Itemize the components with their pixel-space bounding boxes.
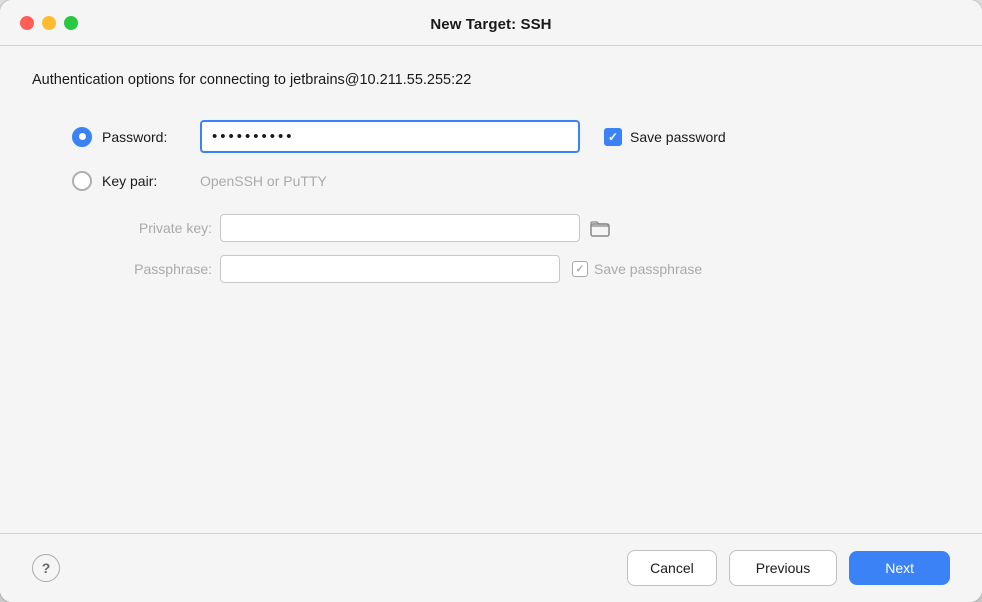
save-passphrase-row: Save passphrase xyxy=(572,261,702,277)
dialog-window: New Target: SSH Authentication options f… xyxy=(0,0,982,602)
save-password-row: Save password xyxy=(604,128,726,146)
keypair-label: Key pair: xyxy=(102,173,192,189)
passphrase-label: Passphrase: xyxy=(102,261,212,277)
save-passphrase-label: Save passphrase xyxy=(594,261,702,277)
window-title: New Target: SSH xyxy=(430,16,551,33)
form-area: Password: Save password Key pair: OpenSS… xyxy=(32,120,950,513)
password-input[interactable] xyxy=(200,120,580,153)
minimize-button[interactable] xyxy=(42,16,56,30)
close-button[interactable] xyxy=(20,16,34,30)
help-button[interactable]: ? xyxy=(32,554,60,582)
footer-actions: Cancel Previous Next xyxy=(627,550,950,586)
password-label: Password: xyxy=(102,129,192,145)
help-icon: ? xyxy=(42,560,51,576)
passphrase-input[interactable] xyxy=(220,255,560,283)
passphrase-row: Passphrase: Save passphrase xyxy=(102,255,950,283)
titlebar: New Target: SSH xyxy=(0,0,982,45)
browse-button[interactable] xyxy=(584,213,616,243)
next-button[interactable]: Next xyxy=(849,551,950,585)
cancel-button[interactable]: Cancel xyxy=(627,550,717,586)
save-password-checkbox[interactable] xyxy=(604,128,622,146)
save-password-label: Save password xyxy=(630,129,726,145)
private-key-input[interactable] xyxy=(220,214,580,242)
main-content: Authentication options for connecting to… xyxy=(0,46,982,533)
keypair-row: Key pair: OpenSSH or PuTTY xyxy=(72,171,950,191)
private-key-label: Private key: xyxy=(102,220,212,236)
footer: ? Cancel Previous Next xyxy=(0,534,982,602)
maximize-button[interactable] xyxy=(64,16,78,30)
private-key-row: Private key: xyxy=(102,213,950,243)
save-passphrase-checkbox[interactable] xyxy=(572,261,588,277)
keypair-subfields: Private key: Passphrase: xyxy=(72,213,950,283)
window-controls xyxy=(20,16,78,30)
keypair-radio[interactable] xyxy=(72,171,92,191)
keypair-hint: OpenSSH or PuTTY xyxy=(200,173,327,189)
password-radio[interactable] xyxy=(72,127,92,147)
previous-button[interactable]: Previous xyxy=(729,550,837,586)
password-row: Password: Save password xyxy=(72,120,950,153)
auth-description: Authentication options for connecting to… xyxy=(32,70,950,90)
